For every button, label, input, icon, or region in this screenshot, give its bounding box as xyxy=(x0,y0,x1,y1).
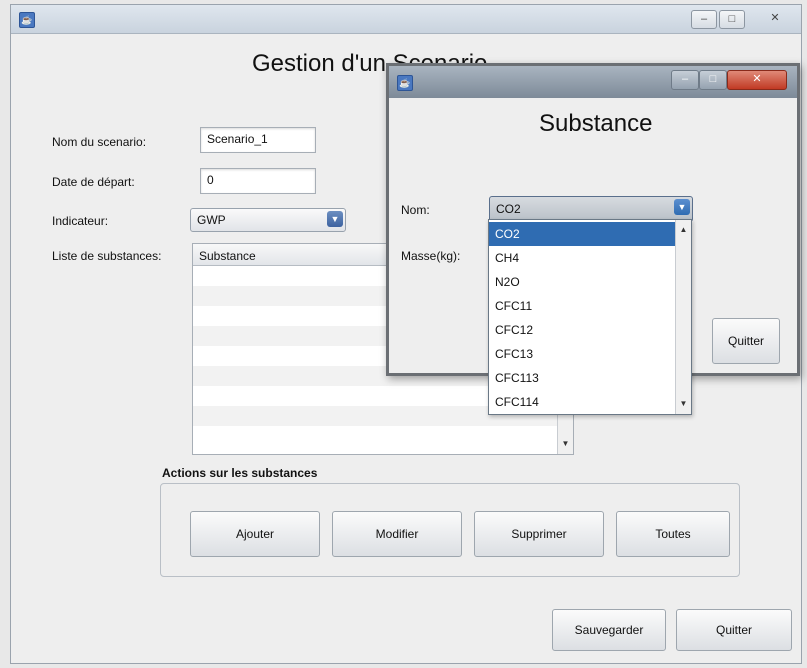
main-titlebar[interactable]: ☕ – □ ✕ xyxy=(11,5,801,34)
save-button[interactable]: Sauvegarder xyxy=(552,609,666,651)
dropdown-option-cfc13[interactable]: CFC13 xyxy=(489,342,675,366)
delete-button[interactable]: Supprimer xyxy=(474,511,604,557)
dialog-quit-button[interactable]: Quitter xyxy=(712,318,780,364)
mass-label: Masse(kg): xyxy=(401,249,461,263)
dropdown-option-cfc114[interactable]: CFC114 xyxy=(489,390,675,414)
all-button[interactable]: Toutes xyxy=(616,511,730,557)
chevron-down-icon[interactable]: ▼ xyxy=(674,199,690,215)
actions-title: Actions sur les substances xyxy=(162,466,318,480)
java-cup-icon: ☕ xyxy=(19,12,35,28)
dialog-title: Substance xyxy=(539,110,653,137)
dialog-titlebar[interactable]: ☕ – □ ✕ xyxy=(389,66,797,98)
dialog-maximize-button[interactable]: □ xyxy=(699,70,727,90)
indicator-select[interactable]: GWP ▼ xyxy=(190,208,346,232)
substance-dropdown-list[interactable]: CO2 CH4 N2O CFC11 CFC12 CFC13 CFC113 CFC… xyxy=(488,219,692,415)
indicator-label: Indicateur: xyxy=(52,214,109,228)
chevron-down-icon[interactable]: ▼ xyxy=(327,211,343,227)
scenario-name-label: Nom du scenario: xyxy=(52,135,147,149)
table-row[interactable] xyxy=(193,426,557,446)
close-button[interactable]: ✕ xyxy=(759,10,791,27)
dropdown-scrollbar[interactable]: ▲ ▼ xyxy=(675,220,691,414)
name-label: Nom: xyxy=(401,203,430,217)
dropdown-option-n2o[interactable]: N2O xyxy=(489,270,675,294)
scenario-name-field[interactable]: Scenario_1 xyxy=(200,127,316,153)
dropdown-option-cfc12[interactable]: CFC12 xyxy=(489,318,675,342)
scroll-down-icon[interactable]: ▼ xyxy=(560,438,571,450)
java-cup-icon: ☕ xyxy=(397,75,413,91)
dropdown-option-cfc11[interactable]: CFC11 xyxy=(489,294,675,318)
dropdown-option-ch4[interactable]: CH4 xyxy=(489,246,675,270)
scroll-down-icon[interactable]: ▼ xyxy=(678,398,689,410)
indicator-value: GWP xyxy=(197,213,226,227)
dropdown-option-co2[interactable]: CO2 xyxy=(489,222,675,246)
start-date-label: Date de départ: xyxy=(52,175,135,189)
start-date-field[interactable]: 0 xyxy=(200,168,316,194)
minimize-button[interactable]: – xyxy=(691,10,717,29)
substances-list-label: Liste de substances: xyxy=(52,249,162,263)
modify-button[interactable]: Modifier xyxy=(332,511,462,557)
maximize-button[interactable]: □ xyxy=(719,10,745,29)
add-button[interactable]: Ajouter xyxy=(190,511,320,557)
dropdown-option-cfc113[interactable]: CFC113 xyxy=(489,366,675,390)
quit-button[interactable]: Quitter xyxy=(676,609,792,651)
scroll-up-icon[interactable]: ▲ xyxy=(678,224,689,236)
dialog-minimize-button[interactable]: – xyxy=(671,70,699,90)
substance-selected-value: CO2 xyxy=(496,202,521,216)
dialog-close-button[interactable]: ✕ xyxy=(727,70,787,90)
